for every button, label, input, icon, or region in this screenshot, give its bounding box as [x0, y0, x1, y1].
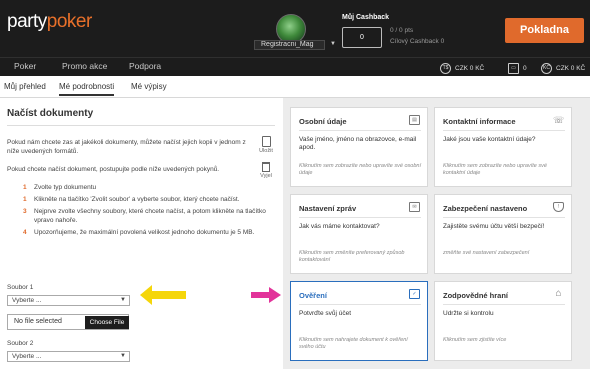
- file1-type-select[interactable]: Vyberte ... ▼: [7, 295, 130, 306]
- nav-item-poker[interactable]: Poker: [14, 61, 36, 71]
- file2-type-select[interactable]: Vyberte ... ▼: [7, 351, 130, 362]
- trash-icon: [262, 162, 270, 172]
- list-item: 4 Upozorňujeme, že maximální povolená vel…: [23, 229, 255, 236]
- main-nav: Poker Promo akce Podpora T$ CZK 0 KČ ▭ 0…: [0, 57, 590, 76]
- instructions-text: Pokud chcete načíst dokument, postupujte…: [7, 166, 220, 173]
- cashback-points: 0 / 0 pts: [390, 27, 414, 34]
- file-status: No file selected: [14, 318, 62, 325]
- tournament-balance-value: CZK 0 KČ: [455, 64, 485, 72]
- list-item: 3 Nejprve zvolte všechny soubory, které c…: [23, 208, 266, 224]
- delete-button[interactable]: Vyjel: [258, 162, 274, 179]
- nav-item-promo[interactable]: Promo akce: [62, 61, 107, 71]
- delete-label: Vyjel: [260, 173, 272, 179]
- upload-icon: [261, 136, 271, 147]
- card-contact-info[interactable]: Kontaktní informace ☏ Jaké jsou vaše kon…: [434, 107, 572, 187]
- chevron-down-icon: ▼: [120, 297, 126, 303]
- choose-file-button[interactable]: Choose File: [85, 316, 129, 329]
- currency-icon: KČ: [541, 62, 552, 74]
- cashier-button[interactable]: Pokladna: [505, 18, 584, 43]
- cashback-title: Můj Cashback: [342, 14, 390, 21]
- card-verification[interactable]: Ověření ✓ Potvrďte svůj účet Kliknutím s…: [290, 281, 428, 361]
- file1-label: Soubor 1: [7, 284, 34, 291]
- tournament-balance[interactable]: T$ CZK 0 KČ: [440, 62, 484, 74]
- file2-label: Soubor 2: [7, 340, 34, 347]
- shield-icon: !: [553, 202, 564, 212]
- card-personal-details[interactable]: Osobní údaje ▤ Vaše jméno, jméno na obra…: [290, 107, 428, 187]
- list-item: 1 Klikněte na tlačítko 'Zvolit soubor' a …: [23, 196, 240, 203]
- document-check-icon: ✓: [409, 289, 420, 299]
- nav-item-support[interactable]: Podpora: [129, 61, 161, 71]
- intro-text: Pokud nám chcete zas at jakékoli dokumen…: [7, 139, 246, 155]
- account-subtabs: Můj přehled Mé podrobnosti Mé výpisy: [0, 76, 590, 98]
- cash-balance[interactable]: KČ CZK 0 KČ: [541, 62, 585, 74]
- divider: [7, 125, 275, 126]
- home-icon: ⌂: [555, 288, 562, 299]
- card-security[interactable]: Zabezpečení nastaveno ! Zajistěte svému …: [434, 194, 572, 274]
- list-item: 1 Zvolte typ dokumentu: [23, 184, 97, 191]
- cashback-target: Cílový Cashback 0: [390, 38, 445, 45]
- phone-icon: ☏: [553, 115, 565, 125]
- upload-button[interactable]: Uložit: [258, 136, 274, 154]
- tournament-dollar-icon: T$: [440, 62, 451, 74]
- card-message-settings[interactable]: Nastavení zpráv ✉ Jak vás máme kontaktov…: [290, 194, 428, 274]
- tab-my-details[interactable]: Mé podrobnosti: [59, 82, 115, 96]
- file-input[interactable]: No file selected Choose File: [7, 314, 129, 330]
- pink-arrow-annotation: [251, 287, 281, 303]
- wallet-icon: ▭: [508, 62, 519, 74]
- partypoker-logo[interactable]: partypoker: [7, 11, 92, 33]
- page-title: Načíst dokumenty: [7, 108, 94, 119]
- id-card-icon: ▤: [409, 115, 420, 125]
- tab-overview[interactable]: Můj přehled: [4, 82, 46, 91]
- bonus-balance-value: 0: [523, 64, 527, 72]
- upload-documents-panel: Načíst dokumenty Pokud nám chcete zas at…: [0, 98, 283, 369]
- bonus-balance[interactable]: ▭ 0: [508, 62, 527, 74]
- cash-balance-value: CZK 0 KČ: [556, 64, 586, 72]
- top-header: partypoker Registracni_Mag ▼ Můj Cashbac…: [0, 0, 590, 57]
- chevron-down-icon: ▼: [120, 353, 126, 359]
- card-responsible-gaming[interactable]: Zodpovědné hraní ⌂ Udržte si kontrolu Kl…: [434, 281, 572, 361]
- username-dropdown[interactable]: Registracni_Mag: [254, 40, 325, 50]
- yellow-arrow-annotation: [140, 285, 186, 305]
- steps-list: 1 Zvolte typ dokumentu 1 Klikněte na tlačí…: [7, 183, 267, 240]
- cashback-value: 0: [342, 27, 382, 48]
- message-settings-icon: ✉: [409, 202, 420, 212]
- account-cards-panel: Osobní údaje ▤ Vaše jméno, jméno na obra…: [283, 98, 590, 369]
- upload-label: Uložit: [259, 148, 273, 154]
- tab-statements[interactable]: Mé výpisy: [131, 82, 167, 91]
- chevron-down-icon[interactable]: ▼: [330, 41, 336, 47]
